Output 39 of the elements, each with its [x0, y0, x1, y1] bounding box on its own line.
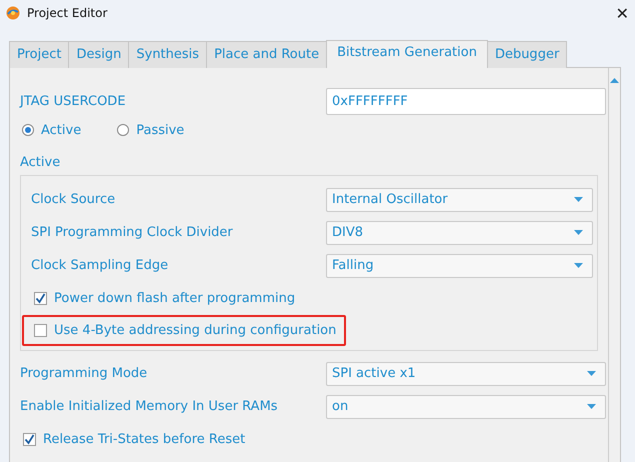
checkbox[interactable] — [34, 292, 47, 304]
radio-button[interactable] — [117, 124, 130, 136]
radio-label: Active — [41, 122, 82, 138]
tab[interactable]: Synthesis — [128, 41, 208, 68]
tab[interactable]: Design — [68, 41, 130, 68]
tab[interactable]: Debugger — [486, 41, 568, 68]
input-field[interactable]: 0xFFFFFFFF — [326, 88, 606, 114]
dropdown[interactable]: Falling — [326, 254, 593, 278]
dropdown[interactable]: SPI active x1 — [326, 362, 606, 386]
caret-icon — [574, 263, 583, 268]
tab[interactable]: Place and Route — [206, 41, 328, 68]
tab[interactable]: Project — [9, 41, 70, 68]
scroll-up-icon[interactable] — [610, 78, 619, 83]
field-label: Clock Source — [31, 192, 116, 207]
checkbox[interactable] — [34, 324, 47, 336]
checkbox-label: Use 4-Byte addressing during configuration — [54, 322, 336, 338]
checkbox-label: Release Tri-States before Reset — [43, 432, 246, 446]
group-title: Active — [20, 155, 62, 172]
caret-icon — [587, 404, 596, 409]
caret-icon — [574, 197, 583, 202]
dropdown[interactable]: Internal Oscillator — [326, 188, 593, 212]
radio-button[interactable] — [22, 124, 34, 136]
caret-icon — [587, 371, 596, 376]
tab[interactable]: Bitstream Generation — [326, 40, 488, 68]
radio-label: Passive — [136, 122, 184, 138]
window-title: Project Editor — [27, 6, 108, 20]
checkbox[interactable] — [23, 432, 36, 446]
field-label: Clock Sampling Edge — [31, 258, 170, 273]
scrollbar[interactable] — [608, 68, 620, 462]
app-logo-icon — [6, 6, 20, 20]
caret-icon — [574, 230, 583, 235]
dropdown[interactable]: on — [326, 394, 606, 418]
field-label: SPI Programming Clock Divider — [31, 225, 234, 240]
dropdown[interactable]: DIV8 — [326, 220, 593, 244]
close-button[interactable]: ✕ — [616, 4, 629, 22]
field-label: Programming Mode — [20, 366, 148, 381]
checkbox-label: Power down flash after programming — [54, 290, 296, 306]
field-label: JTAG USERCODE — [20, 94, 127, 108]
field-label: Enable Initialized Memory In User RAMs — [20, 399, 279, 414]
